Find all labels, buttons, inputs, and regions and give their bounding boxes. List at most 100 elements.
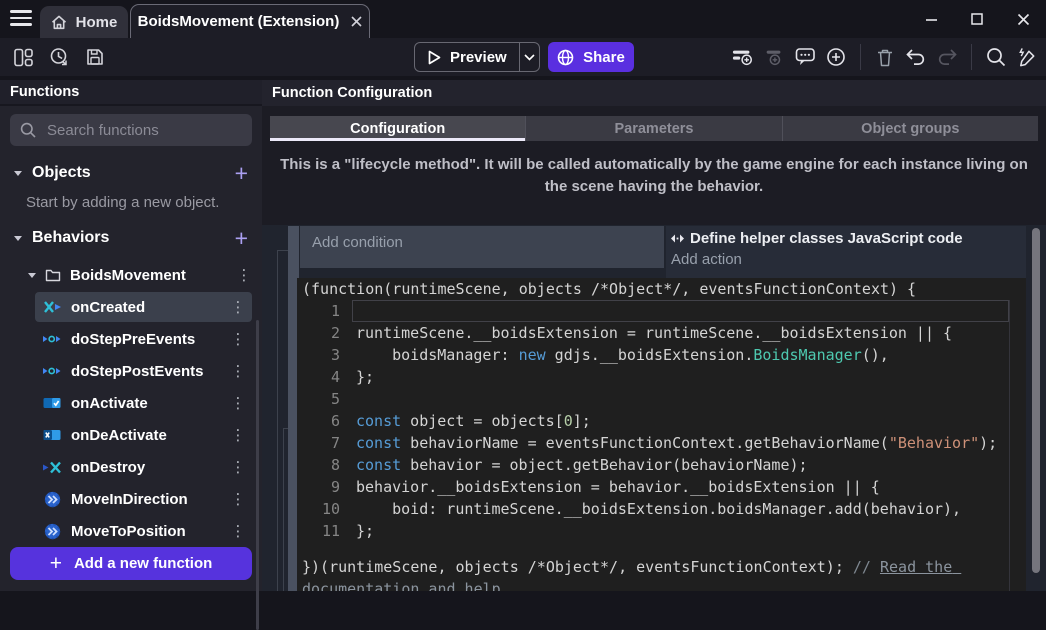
objects-empty-hint: Start by adding a new object. [26,194,262,211]
tab-boidsmovement[interactable]: BoidsMovement (Extension) [130,4,370,38]
code-line[interactable]: 7const behaviorName = eventsFunctionCont… [297,432,1026,454]
comment-icon[interactable] [794,46,816,68]
search-input[interactable] [45,121,248,140]
magic-pen-icon[interactable] [1016,46,1038,68]
add-condition-button[interactable]: Add condition [300,226,664,268]
code-line[interactable]: 3 boidsManager: new gdjs.__boidsExtensio… [297,344,1026,366]
history-icon[interactable] [48,46,70,68]
function-item[interactable]: onCreated⋮ [35,292,252,322]
line-number: 4 [297,366,340,388]
step-events-icon [41,333,63,345]
js-code-editor[interactable]: (function(runtimeScene, objects /*Object… [297,278,1026,591]
redo-icon[interactable] [936,46,958,68]
preview-button[interactable]: Preview [414,42,540,72]
tab-active-label: BoidsMovement (Extension) [138,13,340,30]
folder-icon [45,268,61,282]
function-item[interactable]: onDestroy⋮ [35,452,252,482]
code-icon [670,233,685,244]
code-line[interactable]: 6const object = objects[0]; [297,410,1026,432]
behaviors-section-header[interactable]: Behaviors + [0,223,262,253]
collapse-arrow-icon[interactable] [14,236,22,241]
line-number: 6 [297,410,340,432]
home-icon [51,15,67,30]
function-item-label: doStepPostEvents [71,363,230,380]
search-icon[interactable] [985,46,1007,68]
function-item[interactable]: onDeActivate⋮ [35,420,252,450]
share-label: Share [583,49,625,66]
collapse-arrow-icon[interactable] [28,273,36,278]
main-panel: Function Configuration ConfigurationPara… [262,80,1046,591]
close-icon[interactable] [351,16,362,27]
add-function-button[interactable]: + Add a new function [10,547,252,580]
function-item-label: onDeActivate [71,427,230,444]
function-item[interactable]: MoveInDirection⋮ [35,484,252,514]
window-close-icon[interactable] [1000,0,1046,38]
item-menu-icon[interactable]: ⋮ [230,394,246,412]
add-object-icon[interactable]: + [235,163,248,183]
preview-dropdown[interactable] [519,43,539,71]
objects-section-header[interactable]: Objects + [0,158,262,188]
function-item[interactable]: MoveToPosition⋮ [35,516,252,546]
plus-icon: + [50,552,62,576]
item-menu-icon[interactable]: ⋮ [230,362,246,380]
code-line[interactable]: 4}; [297,366,1026,388]
function-item-label: onCreated [71,299,230,316]
item-menu-icon[interactable]: ⋮ [230,458,246,476]
code-line[interactable]: 11}; [297,520,1026,542]
item-menu-icon[interactable]: ⋮ [230,522,246,540]
behaviors-label: Behaviors [32,229,235,247]
undo-icon[interactable] [905,46,927,68]
hamburger-menu-icon[interactable] [10,10,32,28]
tab-configuration[interactable]: Configuration [270,116,526,141]
circle-plus-icon[interactable] [825,46,847,68]
events-sheet: Add condition Define helper classes Java… [262,225,1046,591]
editor-ruler [1009,300,1010,591]
code-line[interactable]: 2runtimeScene.__boidsExtension = runtime… [297,322,1026,344]
minimize-icon[interactable] [908,0,954,38]
function-item-label: MoveInDirection [71,491,230,508]
add-action-button[interactable]: Add action [671,251,1026,268]
trash-icon[interactable] [874,46,896,68]
code-header-line: (function(runtimeScene, objects /*Object… [297,278,1026,300]
gear-arrows-icon [41,523,63,540]
toggle-off-icon [41,429,63,441]
code-line[interactable]: 1 [297,300,1026,322]
events-scrollbar[interactable] [1032,228,1040,573]
add-behavior-icon[interactable]: + [235,228,248,248]
lifecycle-description: This is a "lifecycle method". It will be… [276,154,1032,198]
code-line[interactable]: 5 [297,388,1026,410]
behavior-group-boidsmovement[interactable]: BoidsMovement ⋮ [28,261,252,289]
tab-object-groups[interactable]: Object groups [783,116,1038,141]
function-item[interactable]: doStepPreEvents⋮ [35,324,252,354]
code-line[interactable]: 9behavior.__boidsExtension = behavior.__… [297,476,1026,498]
search-functions-box[interactable] [10,114,252,146]
function-item[interactable]: onActivate⋮ [35,388,252,418]
line-number: 9 [297,476,340,498]
item-menu-icon[interactable]: ⋮ [236,266,252,284]
line-number: 3 [297,344,340,366]
event-header[interactable]: Define helper classes JavaScript code Ad… [666,226,1026,278]
item-menu-icon[interactable]: ⋮ [230,426,246,444]
function-item-label: onDestroy [71,459,230,476]
function-item[interactable]: doStepPostEvents⋮ [35,356,252,386]
item-menu-icon[interactable]: ⋮ [230,330,246,348]
function-item-label: MoveToPosition [71,523,230,540]
panels-icon[interactable] [12,46,34,68]
code-line[interactable]: 8const behavior = object.getBehavior(beh… [297,454,1026,476]
behavior-group-label: BoidsMovement [70,267,236,284]
tab-parameters[interactable]: Parameters [526,116,782,141]
save-icon[interactable] [84,46,106,68]
item-menu-icon[interactable]: ⋮ [230,298,246,316]
config-tabs: ConfigurationParametersObject groups [270,116,1038,141]
collapse-arrow-icon[interactable] [14,171,22,176]
line-number: 8 [297,454,340,476]
share-button[interactable]: Share [548,42,634,72]
add-subevent-icon[interactable] [763,46,785,68]
code-line[interactable]: 10 boid: runtimeScene.__boidsExtension.b… [297,498,1026,520]
item-menu-icon[interactable]: ⋮ [230,490,246,508]
maximize-icon[interactable] [954,0,1000,38]
step-events-icon [41,365,63,377]
sidebar-scrollbar[interactable] [256,320,259,630]
tab-home[interactable]: Home [40,6,128,38]
add-event-icon[interactable] [732,46,754,68]
